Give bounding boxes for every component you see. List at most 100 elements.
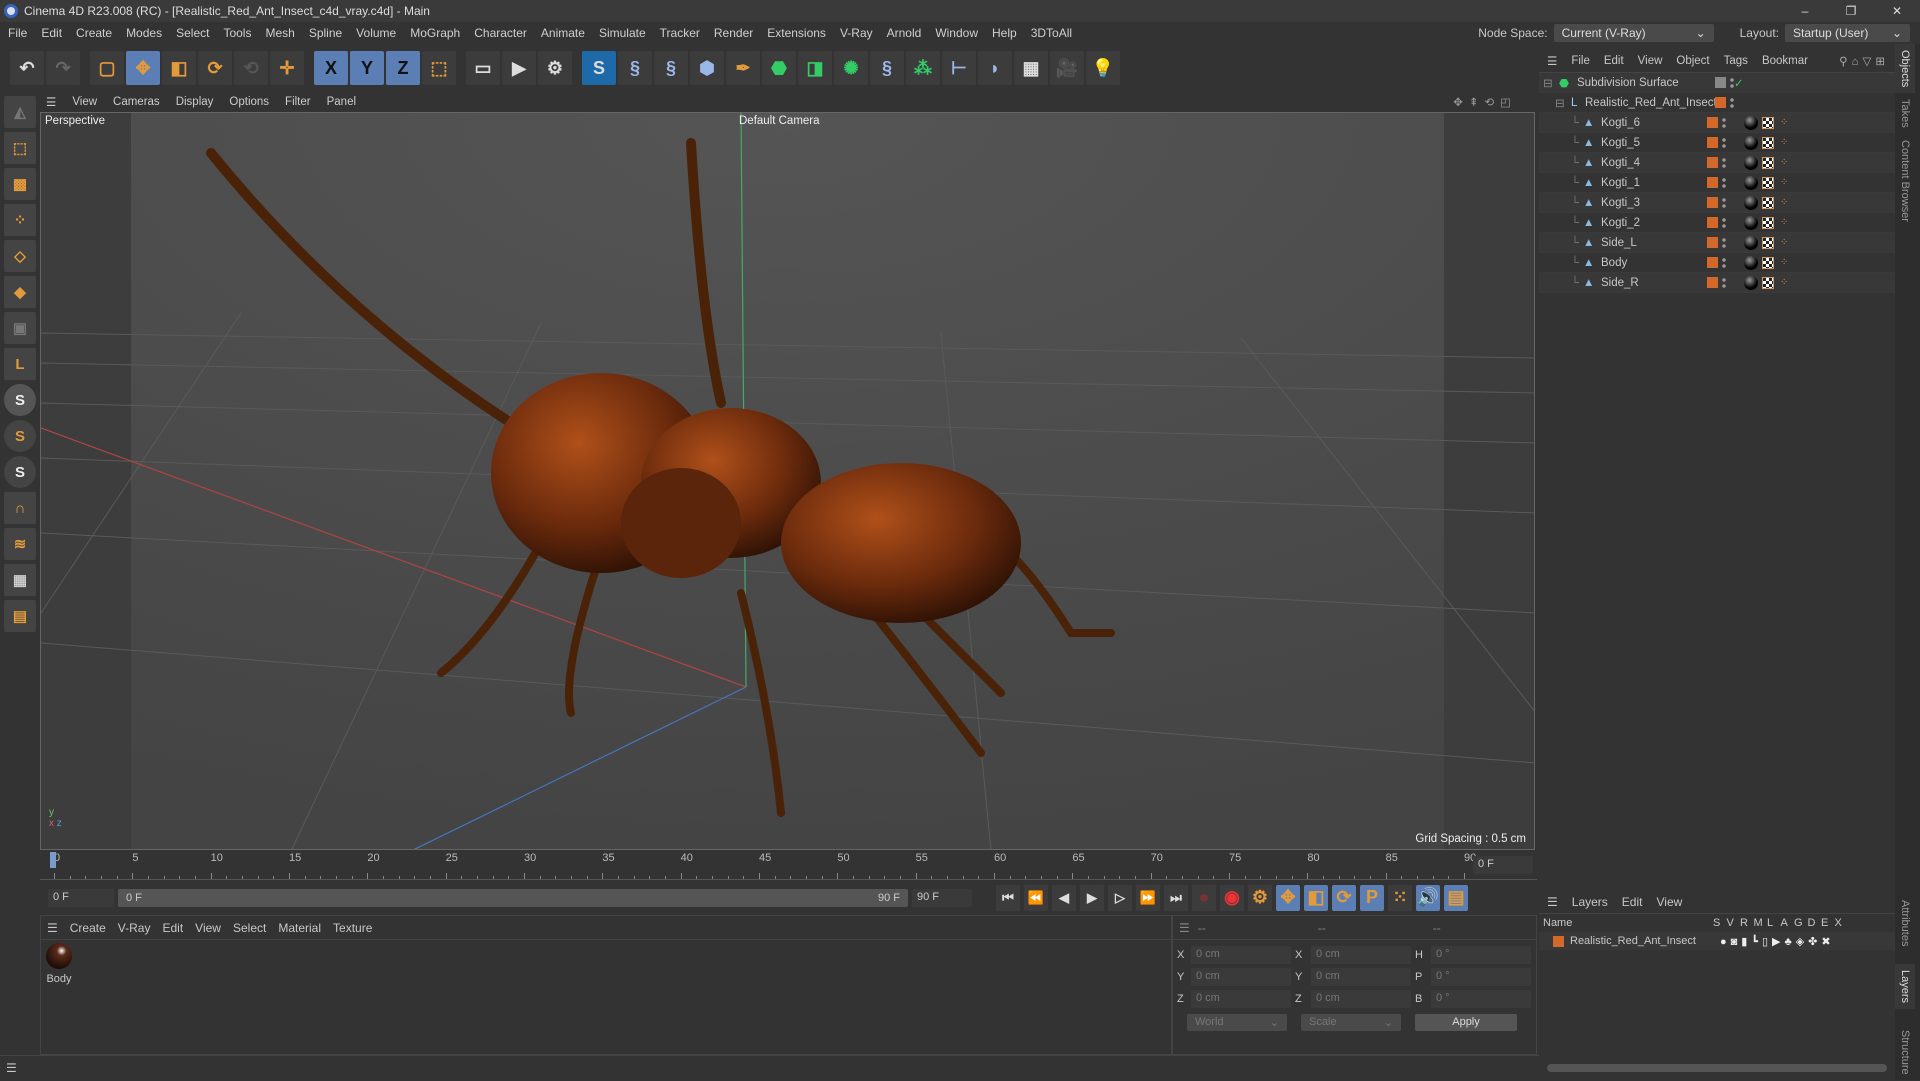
hamburger-icon[interactable]: ☰ <box>1547 895 1558 909</box>
edges-mode-icon[interactable]: ◇ <box>4 240 36 272</box>
hamburger-icon[interactable]: ☰ <box>47 921 58 935</box>
vray-tag-icon[interactable]: ⁘ <box>1780 197 1788 208</box>
next-frame-button[interactable]: ▷ <box>1108 884 1132 911</box>
menu-tools[interactable]: Tools <box>223 26 251 40</box>
menu-spline[interactable]: Spline <box>309 26 342 40</box>
x-axis-lock-button[interactable]: X <box>314 51 348 85</box>
autokey-button[interactable]: ◉ <box>1220 884 1244 911</box>
python-button-1[interactable]: § <box>618 51 652 85</box>
horizontal-scrollbar[interactable] <box>1547 1064 1887 1072</box>
vray-tag-icon[interactable]: ⁘ <box>1780 117 1788 128</box>
key-position-button[interactable]: ✥ <box>1276 884 1300 911</box>
layer-column-v[interactable]: V <box>1727 917 1741 929</box>
render-view-button[interactable]: ▭ <box>466 51 500 85</box>
tab-objects[interactable]: Objects <box>1895 44 1915 94</box>
model-mode-icon[interactable]: ◭ <box>4 96 36 128</box>
material-menu-edit[interactable]: Edit <box>162 921 183 935</box>
object-menu-bookmarks[interactable]: Bookmar <box>1762 55 1808 67</box>
menu-extensions[interactable]: Extensions <box>767 26 826 40</box>
object-row[interactable]: └ ▲ Side_R ⁘ <box>1539 273 1895 293</box>
layer-color-swatch[interactable] <box>1707 197 1718 208</box>
object-row[interactable]: └ ▲ Body ⁘ <box>1539 253 1895 273</box>
vray-tag-icon[interactable]: ⁘ <box>1780 137 1788 148</box>
object-mode-icon[interactable]: ⬚ <box>4 132 36 164</box>
scale-z-field[interactable]: 0 cm <box>1311 990 1411 1008</box>
uvw-tag-icon[interactable] <box>1762 236 1774 249</box>
points-mode-icon[interactable]: ⁘ <box>4 204 36 236</box>
menu-character[interactable]: Character <box>474 26 527 40</box>
layer-color-swatch[interactable] <box>1707 257 1718 268</box>
lock-workplane-icon[interactable]: ▤ <box>4 600 36 632</box>
mograph-button[interactable]: ⁂ <box>906 51 940 85</box>
material-tag-icon[interactable] <box>1744 115 1758 130</box>
subdivision-button[interactable]: ⬣ <box>762 51 796 85</box>
material-tag-icon[interactable] <box>1744 235 1758 250</box>
key-pla-button[interactable]: ⁙ <box>1388 884 1412 911</box>
layer-column-x[interactable]: X <box>1835 917 1849 929</box>
object-row[interactable]: └ ▲ Kogti_2 ⁘ <box>1539 213 1895 233</box>
visibility-dots-icon[interactable] <box>1730 96 1734 109</box>
uvw-tag-icon[interactable] <box>1762 196 1774 209</box>
material-tag-icon[interactable] <box>1744 155 1758 170</box>
vray-tag-icon[interactable]: ⁘ <box>1780 177 1788 188</box>
visibility-dots-icon[interactable] <box>1722 116 1726 129</box>
vray-tag-icon[interactable]: ⁘ <box>1780 157 1788 168</box>
redo-button[interactable]: ↷ <box>46 51 80 85</box>
pos-z-field[interactable]: 0 cm <box>1191 990 1291 1008</box>
uvw-tag-icon[interactable] <box>1762 176 1774 189</box>
snap-icon[interactable]: S <box>4 384 36 416</box>
layer-column-l[interactable]: L <box>1767 917 1781 929</box>
camera-label[interactable]: Default Camera <box>739 115 820 127</box>
layer-column-a[interactable]: A <box>1781 917 1795 929</box>
keyframe-selection-button[interactable]: ⚙ <box>1248 884 1272 911</box>
search-filter-icons[interactable]: ⚲⌂▽⊞ <box>1839 54 1889 68</box>
visibility-dots-icon[interactable] <box>1722 256 1726 269</box>
material-tag-icon[interactable] <box>1744 255 1758 270</box>
visibility-dots-icon[interactable] <box>1722 196 1726 209</box>
uvw-tag-icon[interactable] <box>1762 216 1774 229</box>
material-menu-select[interactable]: Select <box>233 921 266 935</box>
vray-tag-icon[interactable]: ⁘ <box>1780 217 1788 228</box>
object-row[interactable]: └ ▲ Kogti_6 ⁘ <box>1539 113 1895 133</box>
viewport-menu-view[interactable]: View <box>72 96 97 108</box>
layer-column-r[interactable]: R <box>1740 917 1754 929</box>
key-scale-button[interactable]: ◧ <box>1304 884 1328 911</box>
playhead[interactable] <box>50 852 56 868</box>
go-to-start-button[interactable]: ⏮ <box>996 884 1020 911</box>
uvw-tag-icon[interactable] <box>1762 116 1774 129</box>
object-menu-edit[interactable]: Edit <box>1604 55 1624 67</box>
viewport-menu-cameras[interactable]: Cameras <box>113 96 160 108</box>
rot-b-field[interactable]: 0 ° <box>1431 990 1531 1008</box>
scale-y-field[interactable]: 0 cm <box>1311 968 1411 986</box>
object-row[interactable]: └ ▲ Kogti_5 ⁘ <box>1539 133 1895 153</box>
render-settings-button[interactable]: ⚙ <box>538 51 572 85</box>
python-button-3[interactable]: § <box>870 51 904 85</box>
minimize-button[interactable]: – <box>1782 0 1828 22</box>
material-menu-vray[interactable]: V-Ray <box>118 921 151 935</box>
render-picture-viewer-button[interactable]: ▶ <box>502 51 536 85</box>
menu-arnold[interactable]: Arnold <box>887 26 922 40</box>
visibility-dots-icon[interactable] <box>1722 236 1726 249</box>
menu-volume[interactable]: Volume <box>356 26 396 40</box>
layers-menu-layers[interactable]: Layers <box>1572 895 1608 909</box>
object-row[interactable]: └ ▲ Kogti_4 ⁘ <box>1539 153 1895 173</box>
object-row[interactable]: └ ▲ Side_L ⁘ <box>1539 233 1895 253</box>
layer-color-swatch[interactable] <box>1707 137 1718 148</box>
record-keys-button[interactable]: ● <box>1192 884 1216 911</box>
layout-select[interactable]: Startup (User) ⌄ <box>1785 24 1910 42</box>
material-item-body[interactable]: Body <box>44 943 74 985</box>
object-row[interactable]: └ ▲ Kogti_1 ⁘ <box>1539 173 1895 193</box>
layer-row[interactable]: Realistic_Red_Ant_Insect ●◙▮┗▯▶♣◈✤✖ <box>1539 932 1895 950</box>
layer-color-swatch[interactable] <box>1553 935 1564 947</box>
menu-animate[interactable]: Animate <box>541 26 585 40</box>
z-axis-lock-button[interactable]: Z <box>386 51 420 85</box>
axis-mode-icon[interactable]: L <box>4 348 36 380</box>
uvw-tag-icon[interactable] <box>1762 256 1774 269</box>
layer-flag-icons[interactable]: ●◙▮┗▯▶♣◈✤✖ <box>1720 935 1835 948</box>
psr-button[interactable]: ⟲ <box>234 51 268 85</box>
preview-frame-field[interactable]: 0 F <box>1473 856 1533 874</box>
material-tag-icon[interactable] <box>1744 195 1758 210</box>
rotate-tool-button[interactable]: ⟳ <box>198 51 232 85</box>
timeline-button[interactable]: ▤ <box>1444 884 1468 911</box>
hamburger-icon[interactable]: ☰ <box>1547 54 1557 68</box>
